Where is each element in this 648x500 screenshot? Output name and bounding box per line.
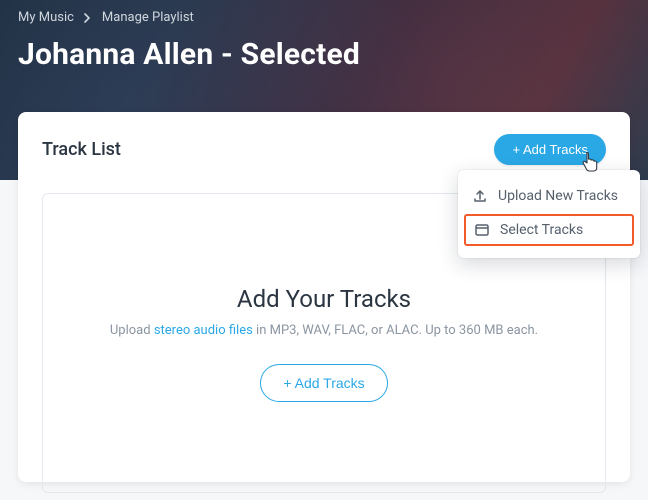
stereo-audio-files-link[interactable]: stereo audio files xyxy=(154,323,253,338)
breadcrumb-current: Manage Playlist xyxy=(102,10,194,25)
card-title: Track List xyxy=(42,139,121,160)
breadcrumb-root-link[interactable]: My Music xyxy=(18,10,74,25)
page-title: Johanna Allen - Selected xyxy=(0,25,648,72)
card-header: Track List + Add Tracks xyxy=(42,134,606,165)
browser-window-icon xyxy=(474,222,490,238)
dropzone-subtitle: Upload stereo audio files in MP3, WAV, F… xyxy=(110,323,538,338)
track-list-card: Track List + Add Tracks Add Your Tracks … xyxy=(18,112,630,482)
add-tracks-popover: Upload New Tracks Select Tracks xyxy=(458,170,640,258)
select-tracks-item[interactable]: Select Tracks xyxy=(464,214,634,246)
upload-new-tracks-item[interactable]: Upload New Tracks xyxy=(458,180,640,212)
chevron-right-icon xyxy=(84,13,92,23)
select-tracks-label: Select Tracks xyxy=(500,222,583,238)
breadcrumb: My Music Manage Playlist xyxy=(0,0,648,25)
upload-new-tracks-label: Upload New Tracks xyxy=(498,188,618,204)
dropzone-title: Add Your Tracks xyxy=(237,285,411,313)
dropzone-sub-suffix: in MP3, WAV, FLAC, or ALAC. Up to 360 MB… xyxy=(253,323,538,338)
dropzone-sub-prefix: Upload xyxy=(110,323,154,338)
add-tracks-secondary-button[interactable]: + Add Tracks xyxy=(260,364,387,402)
add-tracks-button[interactable]: + Add Tracks xyxy=(494,134,606,165)
upload-icon xyxy=(472,188,488,204)
